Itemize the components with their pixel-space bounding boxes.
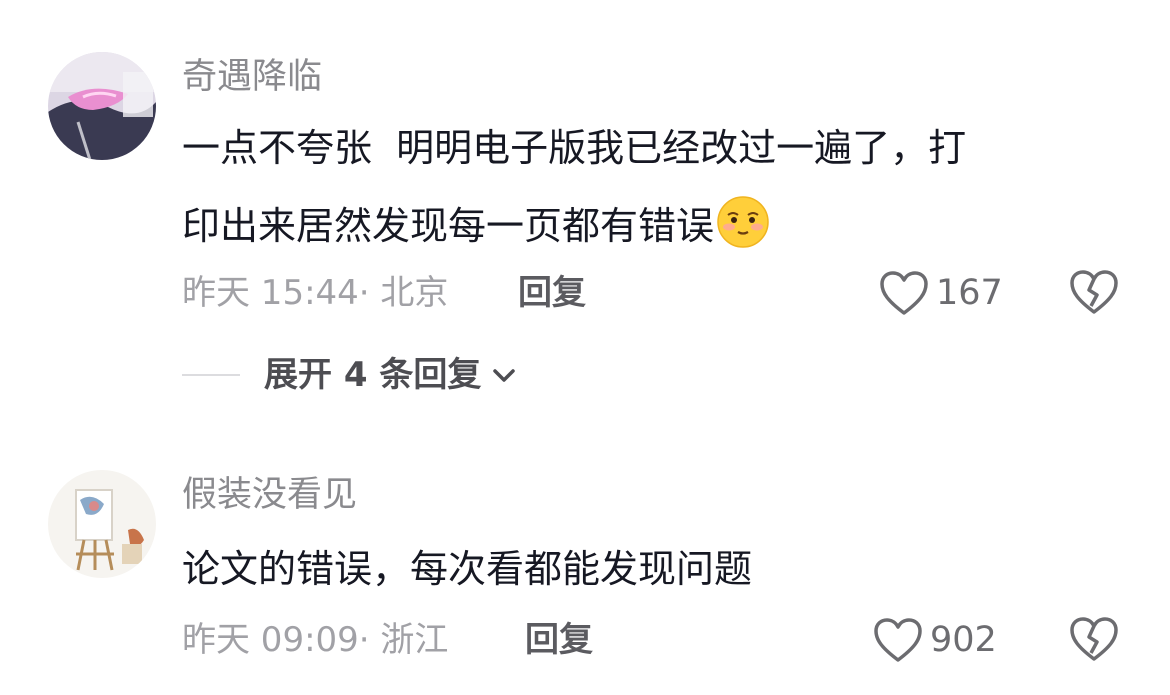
- shy-smile-emoji-icon: [717, 196, 769, 248]
- like-button[interactable]: 902: [872, 615, 997, 665]
- comment-text-body: 论文的错误，每次看都能发现问题: [182, 547, 753, 591]
- comment-meta: 昨天 09:09· 浙江 回复: [182, 620, 593, 660]
- comment-meta: 昨天 15:44· 北京 回复: [182, 273, 586, 313]
- timestamp-location: 昨天 09:09· 浙江: [182, 620, 449, 660]
- reply-button[interactable]: 回复: [518, 276, 586, 310]
- username[interactable]: 假装没看见: [182, 478, 357, 513]
- comment-text: 一点不夸张 明明电子版我已经改过一遍了，打 印出来居然发现每一页都有错误: [182, 109, 1102, 265]
- expand-replies-label: 展开 4 条回复: [264, 355, 482, 395]
- comment-text-body: 一点不夸张 明明电子版我已经改过一遍了，打 印出来居然发现每一页都有错误: [182, 126, 967, 248]
- avatar-image: [48, 52, 156, 160]
- broken-heart-icon[interactable]: [1068, 615, 1120, 663]
- chevron-down-icon: [493, 369, 516, 382]
- comment-text: 论文的错误，每次看都能发现问题: [182, 530, 1102, 608]
- broken-heart-icon[interactable]: [1068, 268, 1120, 316]
- heart-icon: [874, 618, 922, 662]
- avatar-image: [48, 470, 156, 578]
- expand-replies-button[interactable]: 展开 4 条回复: [182, 355, 517, 395]
- reply-button[interactable]: 回复: [525, 623, 593, 657]
- divider-line: [182, 374, 240, 376]
- like-count: 167: [936, 272, 1003, 313]
- timestamp-location: 昨天 15:44· 北京: [182, 273, 449, 313]
- heart-icon: [880, 271, 928, 315]
- avatar[interactable]: [48, 52, 156, 160]
- username[interactable]: 奇遇降临: [182, 60, 322, 95]
- like-count: 902: [930, 619, 997, 660]
- avatar[interactable]: [48, 470, 156, 578]
- like-button[interactable]: 167: [878, 268, 1003, 318]
